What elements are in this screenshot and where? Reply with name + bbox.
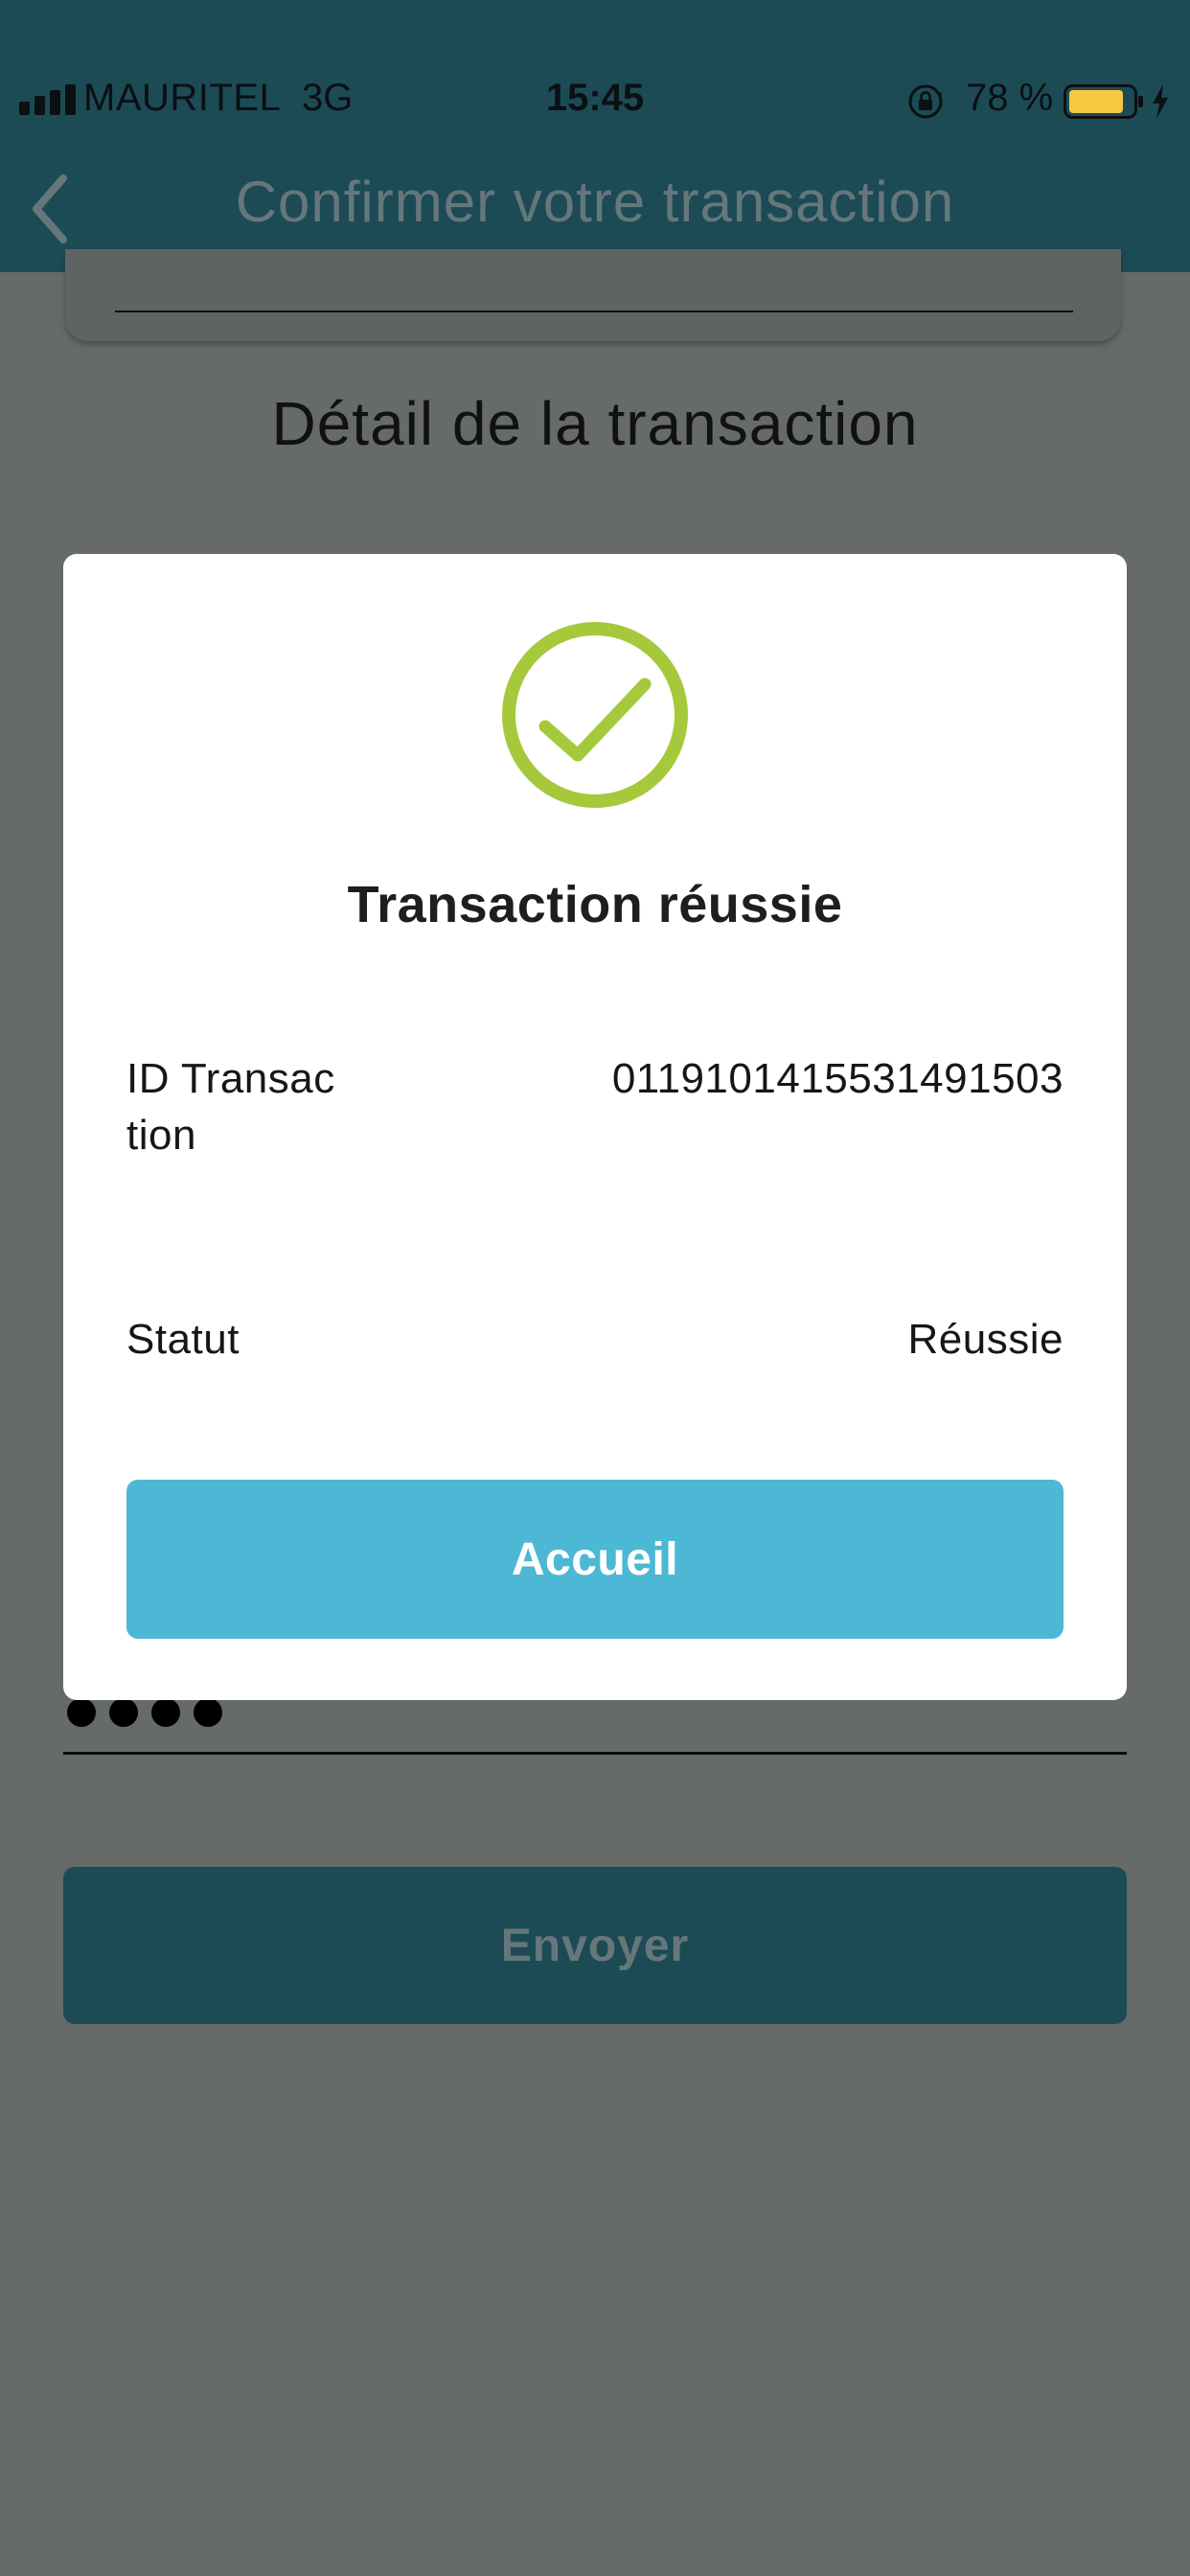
home-button[interactable]: Accueil — [126, 1480, 1064, 1639]
modal-title: Transaction réussie — [347, 876, 843, 933]
transaction-id-label: ID Transaction — [126, 1055, 335, 1159]
pin-dot — [151, 1698, 180, 1727]
section-title: Détail de la transaction — [271, 389, 919, 458]
charging-bolt-icon — [1153, 84, 1168, 119]
pin-field-dots — [67, 1698, 222, 1727]
status-bar: MAURITEL 3G 15:45 78 % — [0, 0, 1190, 144]
pin-dot — [194, 1698, 222, 1727]
check-circle-icon — [502, 622, 688, 808]
pin-dot — [67, 1698, 96, 1727]
battery-percentage: 78 % — [966, 77, 1054, 119]
success-modal: Transaction réussie ID Transaction 01191… — [63, 554, 1127, 1700]
status-label: Statut — [126, 1316, 240, 1363]
send-button[interactable]: Envoyer — [63, 1867, 1127, 2024]
transaction-id-value: 0119101415531491503 — [611, 1055, 1064, 1102]
divider — [115, 310, 1073, 312]
pin-field-underline — [63, 1752, 1127, 1755]
top-card — [65, 249, 1121, 341]
battery-icon — [1064, 84, 1143, 119]
page-title: Confirmer votre transaction — [235, 170, 955, 234]
status-value: Réussie — [907, 1316, 1064, 1363]
orientation-lock-icon — [908, 84, 943, 119]
pin-dot — [109, 1698, 138, 1727]
